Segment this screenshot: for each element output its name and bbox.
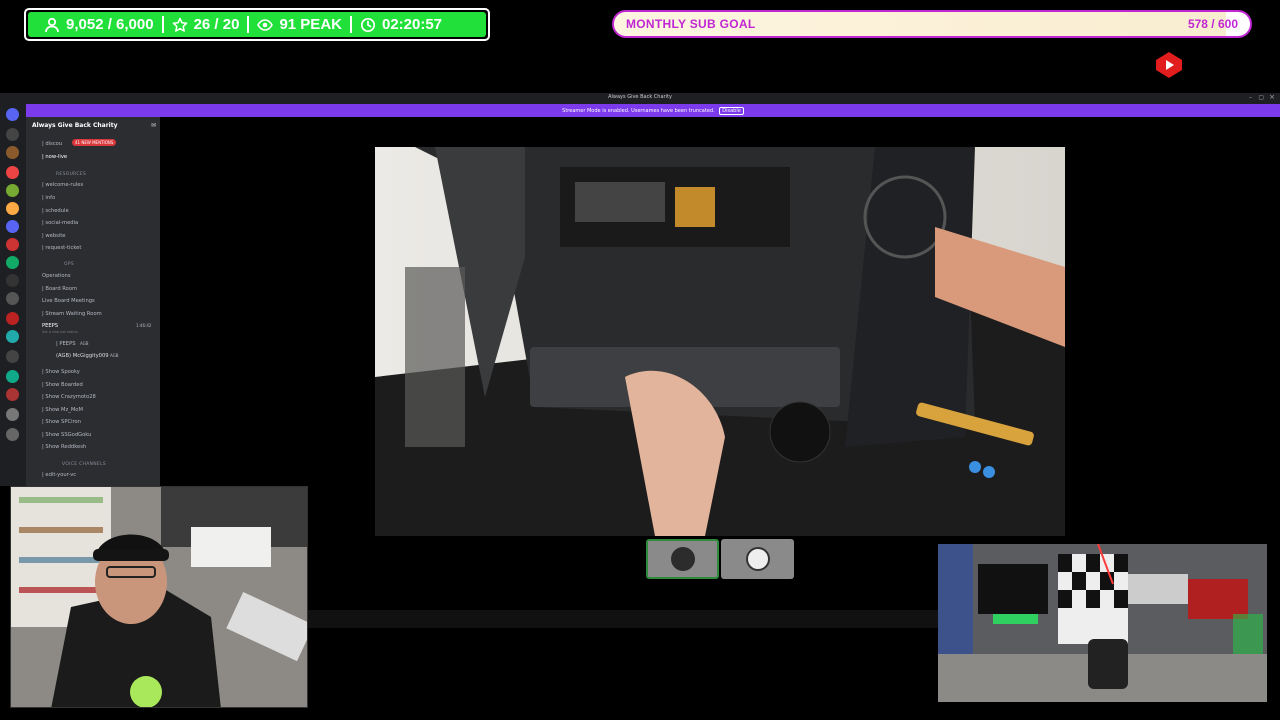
participant-avatar xyxy=(670,547,695,571)
voice-timer: 1:46:42 xyxy=(136,323,152,328)
eye-icon xyxy=(257,18,274,31)
sub-goal-label: MONTHLY SUB GOAL xyxy=(626,17,756,31)
notification-bell-icon[interactable]: ✉ xyxy=(151,122,156,129)
server-icon[interactable] xyxy=(6,238,19,251)
channel-status: Set a channel status xyxy=(42,330,78,334)
server-icon[interactable] xyxy=(6,312,19,325)
channel-item[interactable]: | info xyxy=(42,195,55,201)
add-server-icon[interactable] xyxy=(6,408,19,421)
webcam-feed xyxy=(11,487,307,707)
discord-title-bar: Always Give Back Charity – ▢ × xyxy=(0,93,1280,104)
participant-tile[interactable] xyxy=(721,539,794,579)
channel-item[interactable]: | Show Spooky xyxy=(42,369,80,375)
discord-window-title: Always Give Back Charity xyxy=(608,94,672,100)
server-name[interactable]: Always Give Back Charity xyxy=(32,122,118,129)
viewers-stat: 91 PEAK xyxy=(249,16,350,33)
screen-share-video[interactable] xyxy=(375,147,1065,536)
channel-sidebar: Always Give Back Charity ✉ | discou 41 N… xyxy=(26,117,160,486)
sub-goal-count: 578 / 600 xyxy=(1187,17,1238,31)
close-icon[interactable]: × xyxy=(1269,93,1275,101)
maximize-icon[interactable]: ▢ xyxy=(1258,94,1264,101)
uptime-stat: 02:20:57 xyxy=(352,16,450,33)
server-icon[interactable] xyxy=(6,330,19,343)
server-list xyxy=(0,104,26,486)
voice-user[interactable]: | PEEPS xyxy=(56,341,76,347)
streamer-mode-banner: Streamer Mode is enabled. Usernames have… xyxy=(26,104,1280,117)
channel-item[interactable]: | Board Room xyxy=(42,286,77,292)
channel-item[interactable]: | schedule xyxy=(42,208,69,214)
participant-avatar xyxy=(745,547,770,571)
server-icon[interactable] xyxy=(6,166,19,179)
server-icon[interactable] xyxy=(6,202,19,215)
clock-icon xyxy=(360,17,376,32)
disable-streamer-mode-button[interactable]: Disable xyxy=(719,107,744,115)
stream-stats-bar: 9,052 / 6,000 26 / 20 91 PEAK 02:20:57 xyxy=(24,8,490,41)
guest-webcam xyxy=(938,544,1267,702)
server-icon[interactable] xyxy=(6,128,19,141)
channel-item[interactable]: | request-ticket xyxy=(42,245,81,251)
followers-count: 9,052 / 6,000 xyxy=(66,16,154,33)
channel-item[interactable]: Operations xyxy=(42,273,71,279)
server-icon[interactable] xyxy=(6,220,19,233)
channel-item[interactable]: | Stream Waiting Room xyxy=(42,311,102,317)
channel-item[interactable]: | social-media xyxy=(42,220,78,226)
viewers-count: 91 PEAK xyxy=(279,16,342,33)
channel-item[interactable]: Live Board Meetings xyxy=(42,298,95,304)
category-ops[interactable]: OPS xyxy=(64,262,74,267)
user-tag: AGB xyxy=(80,341,89,346)
server-icon[interactable] xyxy=(6,388,19,401)
channel-item[interactable]: | now-live xyxy=(42,154,67,160)
channel-item[interactable]: | website xyxy=(42,233,66,239)
star-icon xyxy=(172,17,187,32)
discord-home-icon[interactable] xyxy=(6,108,19,121)
followers-stat: 9,052 / 6,000 xyxy=(36,16,162,33)
stage-bottom-bar xyxy=(307,610,939,628)
channel-item[interactable]: | Show Mz_MoM xyxy=(42,407,83,413)
stars-stat: 26 / 20 xyxy=(164,16,248,33)
new-mentions-badge[interactable]: 41 NEW MENTIONS xyxy=(72,139,117,146)
server-icon[interactable] xyxy=(6,256,19,269)
user-tag: AGB xyxy=(110,353,119,358)
channel-item[interactable]: | Show SSGodGoku xyxy=(42,432,91,438)
streamer-mode-text: Streamer Mode is enabled. Usernames have… xyxy=(562,108,715,114)
channel-item[interactable]: | Show SPCiron xyxy=(42,419,81,425)
guest-room-feed xyxy=(938,544,1267,702)
channel-item[interactable]: | edit-your-vc xyxy=(42,472,76,478)
channel-item[interactable]: | welcome-rules xyxy=(42,182,83,188)
channel-item[interactable]: | Show Boarded xyxy=(42,382,83,388)
channel-item[interactable]: | Show Reddkesh xyxy=(42,444,86,450)
user-icon xyxy=(45,17,59,32)
streamer-webcam xyxy=(10,486,308,708)
category-resources[interactable]: RESOURCES xyxy=(56,172,86,177)
pc-build-image xyxy=(375,147,1065,536)
channel-item[interactable]: | Show Crazymoto28 xyxy=(42,394,96,400)
explore-icon[interactable] xyxy=(6,428,19,441)
monthly-sub-goal-bar: MONTHLY SUB GOAL 578 / 600 xyxy=(612,10,1252,38)
voice-user[interactable]: (AGB) McGiggity009 xyxy=(56,353,109,359)
server-icon[interactable] xyxy=(6,274,19,287)
minimize-icon[interactable]: – xyxy=(1249,94,1252,101)
stars-count: 26 / 20 xyxy=(193,16,240,33)
checkerboard-wall xyxy=(1058,554,1128,644)
channel-item[interactable]: | discou xyxy=(42,141,62,147)
server-icon[interactable] xyxy=(6,184,19,197)
participant-tile-active[interactable] xyxy=(646,539,719,579)
youtube-logo-icon xyxy=(1152,50,1186,80)
server-icon[interactable] xyxy=(6,146,19,159)
uptime-timer: 02:20:57 xyxy=(381,16,443,33)
voice-channel-peeps[interactable]: PEEPS xyxy=(42,323,58,329)
server-icon[interactable] xyxy=(6,350,19,363)
category-voice[interactable]: VOICE CHANNELS xyxy=(62,462,106,467)
server-icon[interactable] xyxy=(6,370,19,383)
server-icon[interactable] xyxy=(6,292,19,305)
